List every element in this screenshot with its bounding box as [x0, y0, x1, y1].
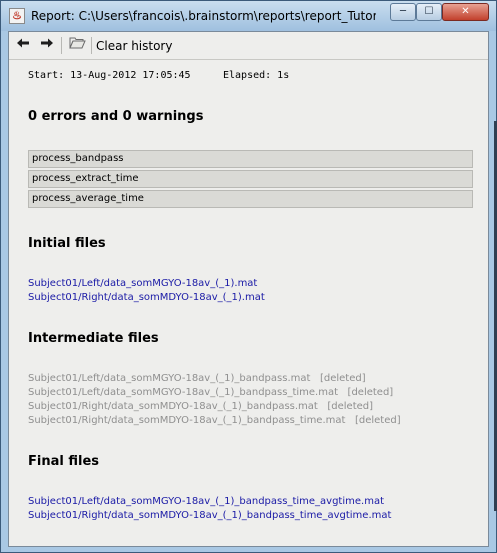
clear-history-button[interactable]: Clear history — [96, 38, 172, 54]
errors-summary: 0 errors and 0 warnings — [28, 109, 204, 124]
deleted-file-item: Subject01/Right/data_somMDYO-18av_(_1)_b… — [28, 401, 374, 412]
process-row: process_bandpass — [28, 150, 473, 168]
initial-files-heading: Initial files — [28, 236, 106, 251]
client-area: Clear history Start: 13-Aug-2012 17:05:4… — [8, 31, 489, 547]
initial-files-list: Subject01/Left/data_somMGYO-18av_(_1).ma… — [28, 277, 265, 305]
final-files-heading: Final files — [28, 454, 99, 469]
minimize-button[interactable]: ─ — [390, 3, 416, 21]
toolbar-separator — [91, 37, 92, 54]
file-link[interactable]: Subject01/Right/data_somMDYO-18av_(_1)_b… — [28, 509, 391, 523]
file-link[interactable]: Subject01/Right/data_somMDYO-18av_(_1).m… — [28, 291, 265, 305]
elapsed-time: Elapsed: 1s — [223, 70, 290, 81]
file-link[interactable]: Subject01/Left/data_somMGYO-18av_(_1)_ba… — [28, 495, 391, 509]
report-content: Start: 13-Aug-2012 17:05:45 Elapsed: 1s … — [10, 60, 487, 546]
title-bar[interactable]: ♨ Report: C:\Users\francois\.brainstorm\… — [1, 1, 496, 31]
deleted-file-item: Subject01/Right/data_somMDYO-18av_(_1)_b… — [28, 415, 401, 426]
process-row: process_extract_time — [28, 170, 473, 188]
process-row: process_average_time — [28, 190, 473, 208]
toolbar-separator — [61, 37, 62, 54]
back-button[interactable] — [13, 36, 33, 55]
maximize-button[interactable]: ☐ — [416, 3, 442, 21]
deleted-file-item: Subject01/Left/data_somMGYO-18av_(_1)_ba… — [28, 387, 394, 398]
close-button[interactable]: ✕ — [442, 3, 489, 21]
arrow-right-icon — [41, 38, 53, 48]
folder-open-icon — [68, 37, 86, 49]
start-time: Start: 13-Aug-2012 17:05:45 — [28, 70, 191, 81]
report-window: ♨ Report: C:\Users\francois\.brainstorm\… — [0, 0, 497, 553]
intermediate-files-heading: Intermediate files — [28, 331, 159, 346]
toolbar: Clear history — [9, 32, 488, 60]
deleted-file-item: Subject01/Left/data_somMGYO-18av_(_1)_ba… — [28, 373, 366, 384]
java-cup-icon: ♨ — [9, 8, 25, 24]
window-title: Report: C:\Users\francois\.brainstorm\re… — [31, 9, 376, 23]
file-link[interactable]: Subject01/Left/data_somMGYO-18av_(_1).ma… — [28, 277, 265, 291]
open-folder-button[interactable] — [66, 36, 88, 55]
intermediate-files-list: Subject01/Left/data_somMGYO-18av_(_1)_ba… — [28, 372, 401, 428]
final-files-list: Subject01/Left/data_somMGYO-18av_(_1)_ba… — [28, 495, 391, 523]
forward-button[interactable] — [37, 36, 57, 55]
arrow-left-icon — [17, 38, 29, 48]
process-table: process_bandpass process_extract_time pr… — [28, 150, 473, 210]
